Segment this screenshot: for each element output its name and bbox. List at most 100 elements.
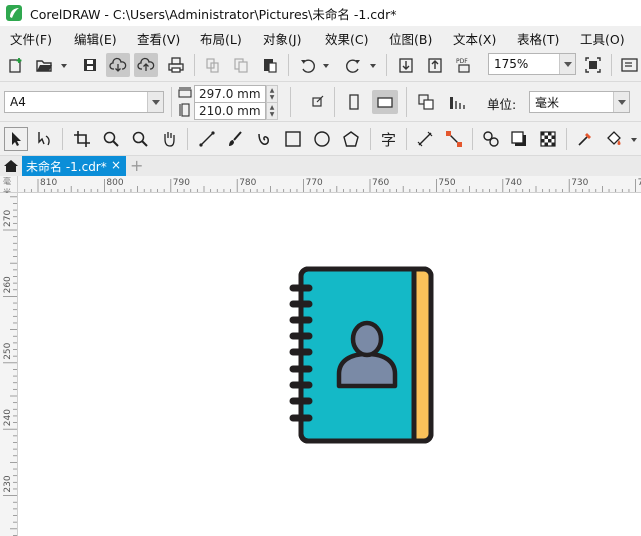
ruler-label: 270 (3, 210, 13, 227)
page-width-spinner[interactable]: ▲ ▼ (266, 85, 278, 103)
vertical-ruler[interactable]: 270 260 250 240 230 (0, 193, 18, 536)
units-select[interactable]: 毫米 (529, 91, 630, 113)
text-tool-button[interactable]: 字 (377, 127, 401, 151)
page-height-spinner[interactable]: ▲ ▼ (266, 102, 278, 120)
redo-button[interactable] (341, 53, 365, 77)
page-height-icon (179, 103, 190, 117)
zoom-out-tool-button[interactable] (128, 127, 152, 151)
pen-tool-button[interactable] (252, 127, 276, 151)
binder-rings (289, 284, 313, 422)
eyedropper-icon (578, 133, 591, 146)
chevron-down-icon[interactable] (559, 54, 575, 74)
menu-bar: 文件(F) 编辑(E) 查看(V) 布局(L) 对象(J) 效果(C) 位图(B… (0, 26, 641, 48)
connector-tool-button[interactable] (442, 127, 466, 151)
page-orientation-button[interactable] (305, 90, 329, 114)
open-button[interactable] (32, 53, 56, 77)
page-size-value: A4 (10, 95, 26, 109)
transparency-tool-button[interactable] (536, 127, 560, 151)
ellipse-tool-button[interactable] (310, 127, 334, 151)
page-size-select[interactable]: A4 (4, 91, 164, 113)
add-tab-icon[interactable]: + (130, 156, 143, 176)
application-launcher-button[interactable] (617, 53, 641, 77)
freehand-tool-button[interactable] (195, 127, 219, 151)
eyedropper-tool-button[interactable] (573, 127, 597, 151)
polygon-icon (343, 131, 359, 147)
ruler-origin[interactable]: 毫米 (0, 176, 18, 197)
menu-view[interactable]: 查看(V) (137, 29, 180, 48)
cloud-download-button[interactable] (106, 53, 130, 77)
page-width-icon (178, 87, 192, 98)
page-height-field[interactable]: 210.0 mm (194, 102, 266, 120)
zoom-level-select[interactable]: 175% (488, 53, 576, 75)
menu-edit[interactable]: 编辑(E) (74, 29, 117, 48)
portrait-button[interactable] (342, 90, 366, 114)
copy-button[interactable] (229, 53, 253, 77)
cloud-download-icon (109, 57, 127, 72)
menu-table[interactable]: 表格(T) (517, 29, 559, 48)
menu-tools[interactable]: 工具(O) (580, 29, 625, 48)
new-document-button[interactable] (4, 53, 28, 77)
chevron-down-icon[interactable] (613, 92, 629, 112)
folder-icon (36, 60, 52, 72)
fullscreen-icon (585, 57, 601, 73)
launcher-icon (621, 58, 638, 72)
chevron-down-icon[interactable] (369, 62, 377, 70)
menu-text[interactable]: 文本(X) (453, 29, 496, 48)
rectangle-tool-button[interactable] (281, 127, 305, 151)
chevron-down-icon[interactable] (60, 62, 68, 70)
artistic-media-tool-button[interactable] (223, 127, 247, 151)
interactive-fill-tool-button[interactable] (602, 127, 626, 151)
cloud-upload-button[interactable] (134, 53, 158, 77)
blend-tool-button[interactable] (479, 127, 503, 151)
menu-layout[interactable]: 布局(L) (200, 29, 242, 48)
publish-pdf-button[interactable]: PDF (452, 53, 476, 77)
blend-icon (483, 131, 499, 147)
chevron-down-icon[interactable] (630, 136, 638, 144)
parallel-dimension-tool-button[interactable] (413, 127, 437, 151)
all-pages-button[interactable] (414, 90, 438, 114)
address-book-drawing[interactable] (289, 266, 439, 446)
print-button[interactable] (164, 53, 188, 77)
all-pages-icon (418, 94, 434, 110)
pick-tool-button[interactable] (4, 127, 28, 151)
full-screen-preview-button[interactable] (581, 53, 605, 77)
vertical-ruler-ticks: 270 260 250 240 230 (3, 196, 17, 536)
ruler-label: 740 (505, 178, 522, 188)
pan-tool-button[interactable] (157, 127, 181, 151)
ruler-label: 730 (571, 178, 588, 188)
crop-tool-button[interactable] (70, 127, 94, 151)
ruler-label: 260 (3, 276, 13, 293)
undo-button[interactable] (296, 53, 320, 77)
drop-shadow-icon (511, 131, 526, 146)
chevron-down-icon[interactable] (147, 92, 163, 112)
cut-button[interactable] (201, 53, 225, 77)
export-button[interactable] (423, 53, 447, 77)
menu-bitmaps[interactable]: 位图(B) (389, 29, 432, 48)
horizontal-ruler[interactable]: 810 800 790 780 770 760 750 740 730 720 (18, 176, 641, 193)
welcome-screen-button[interactable] (0, 156, 22, 176)
checkerboard-icon (540, 131, 556, 147)
chevron-down-icon[interactable] (322, 62, 330, 70)
rectangle-icon (285, 131, 301, 147)
menu-effects[interactable]: 效果(C) (325, 29, 368, 48)
paste-button[interactable] (258, 53, 282, 77)
coreldraw-logo-icon (6, 5, 22, 21)
current-page-button[interactable] (445, 90, 469, 114)
tab-document[interactable]: 未命名 -1.cdr* × (22, 156, 126, 176)
menu-file[interactable]: 文件(F) (10, 29, 52, 48)
import-icon (399, 58, 413, 73)
import-button[interactable] (394, 53, 418, 77)
drawing-canvas[interactable] (19, 194, 641, 536)
drop-shadow-tool-button[interactable] (507, 127, 531, 151)
paste-icon (264, 59, 277, 73)
landscape-button[interactable] (372, 90, 398, 114)
save-button[interactable] (78, 53, 102, 77)
polygon-tool-button[interactable] (339, 127, 363, 151)
save-icon (84, 59, 96, 71)
zoom-icon (103, 131, 119, 147)
page-width-field[interactable]: 297.0 mm (194, 85, 266, 103)
close-icon[interactable]: × (111, 158, 121, 172)
menu-object[interactable]: 对象(J) (263, 29, 301, 48)
zoom-tool-button[interactable] (99, 127, 123, 151)
shape-tool-button[interactable] (32, 127, 56, 151)
